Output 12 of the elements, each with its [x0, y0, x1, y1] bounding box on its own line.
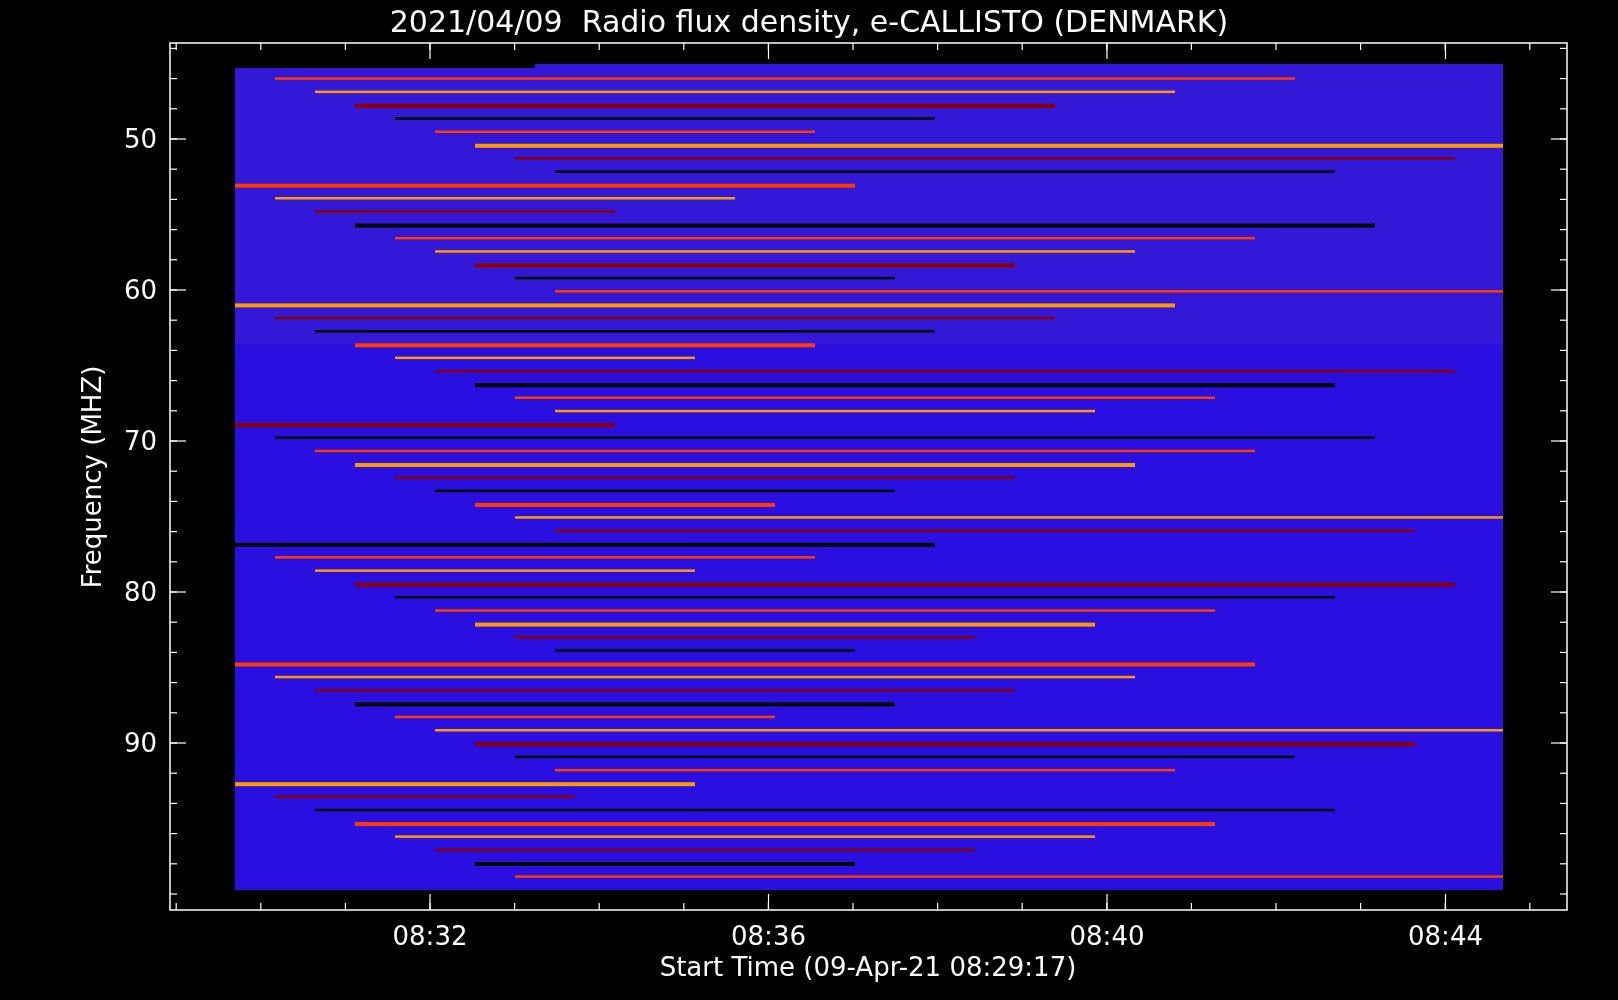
chart-title: 2021/04/09 Radio flux density, e-CALLISTO (DENMARK)	[389, 4, 1229, 39]
x-tick-label: 08:40	[1069, 921, 1145, 951]
x-tick-label: 08:36	[731, 921, 806, 951]
y-tick-label: 80	[123, 577, 157, 607]
x-axis-label: Start Time (09-Apr-21 08:29:17)	[659, 952, 1077, 982]
y-tick-label: 50	[123, 124, 157, 154]
x-tick-label: 08:32	[392, 921, 468, 951]
y-axis-label: Frequency (MHZ)	[77, 365, 107, 589]
y-tick-label: 70	[123, 426, 157, 456]
y-tick-label: 60	[123, 275, 157, 305]
y-tick-label: 90	[123, 728, 157, 758]
x-tick-label: 08:44	[1408, 921, 1483, 951]
